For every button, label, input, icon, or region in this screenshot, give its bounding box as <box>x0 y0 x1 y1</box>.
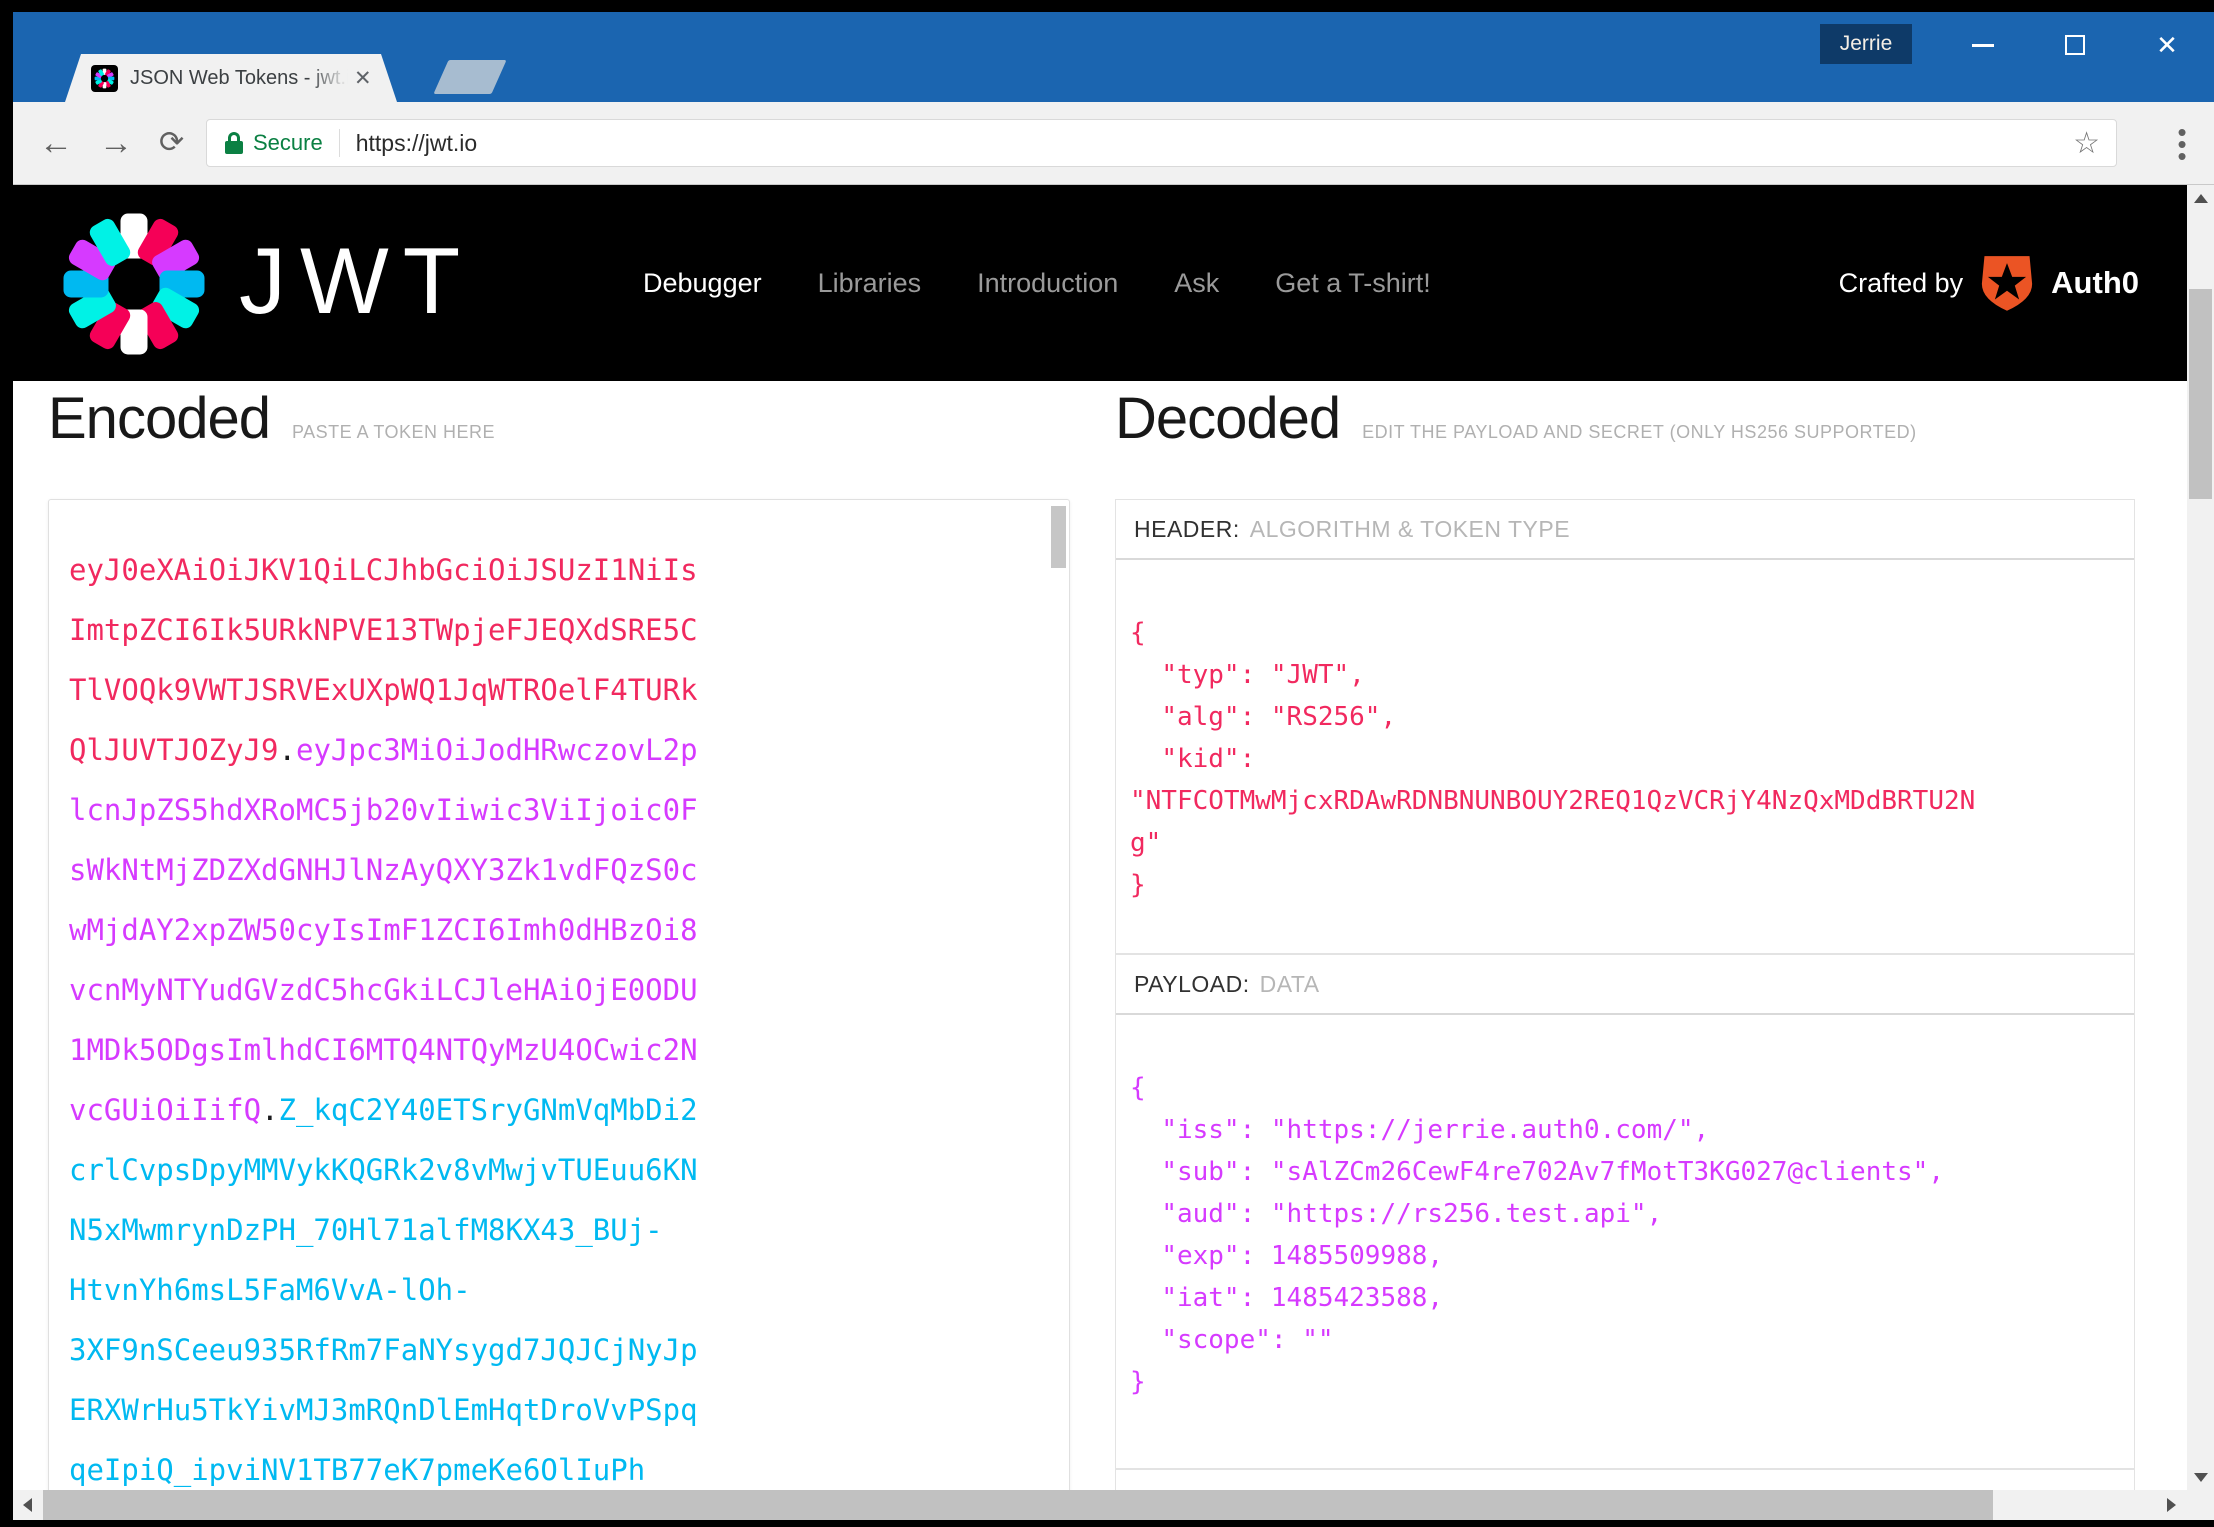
title-bar: JSON Web Tokens - jwt.io ✕ Jerrie ✕ <box>13 12 2214 102</box>
scroll-down-arrow-icon[interactable] <box>2187 1464 2214 1490</box>
horizontal-scrollbar[interactable] <box>13 1490 2214 1520</box>
token-payload-segment[interactable]: eyJpc3MiOiJodHRwczovL2plcnJpZS5hdXRoMC5j… <box>69 733 698 1127</box>
auth0-label: Auth0 <box>2051 265 2139 300</box>
scroll-right-arrow-icon[interactable] <box>2157 1490 2185 1520</box>
encoded-token-panel[interactable]: eyJ0eXAiOiJKV1QiLCJhbGciOiJSUzI1NiIsImtp… <box>48 499 1070 1490</box>
address-bar[interactable]: Secure https://jwt.io ☆ <box>206 119 2117 167</box>
new-tab-button[interactable] <box>433 60 507 94</box>
crafted-by-group[interactable]: Crafted by Auth0 <box>1839 185 2139 381</box>
secure-lock-icon <box>225 132 243 154</box>
reload-icon[interactable]: ⟳ <box>159 122 184 164</box>
nav-link-libraries[interactable]: Libraries <box>818 268 922 299</box>
decoded-title: Decoded <box>1115 386 1341 451</box>
browser-tab[interactable]: JSON Web Tokens - jwt.io ✕ <box>65 54 397 102</box>
close-button[interactable]: ✕ <box>2150 30 2184 60</box>
jwt-token-text[interactable]: eyJ0eXAiOiJKV1QiLCJhbGciOiJSUzI1NiIsImtp… <box>69 540 709 1490</box>
nav-link-tshirt[interactable]: Get a T-shirt! <box>1275 268 1431 299</box>
back-icon[interactable]: ← <box>39 122 73 164</box>
crafted-by-label: Crafted by <box>1838 267 1964 298</box>
nav-link-debugger[interactable]: Debugger <box>643 268 762 299</box>
secure-label: Secure <box>253 130 323 155</box>
jwt-wordmark: JWT <box>239 228 475 333</box>
jwt-logo[interactable]: JWT <box>59 209 474 359</box>
forward-icon[interactable]: → <box>99 122 133 164</box>
header-panel-titlebar: HEADER: ALGORITHM & TOKEN TYPE <box>1116 500 2134 560</box>
header-json-code[interactable]: { "typ": "JWT", "alg": "RS256", "kid": "… <box>1130 612 1990 906</box>
verify-signature-panel: VERIFY SIGNATURE <box>1115 1469 2135 1490</box>
browser-toolbar: ← → ⟳ Secure https://jwt.io ☆ • • • <box>13 102 2214 185</box>
maximize-icon <box>2065 35 2085 55</box>
browser-window: JSON Web Tokens - jwt.io ✕ Jerrie ✕ ← → … <box>13 12 2214 1520</box>
nav-link-ask[interactable]: Ask <box>1174 268 1219 299</box>
tab-close-icon[interactable]: ✕ <box>354 68 372 89</box>
encoded-title: Encoded <box>48 386 271 451</box>
jwt-favicon-icon <box>91 65 118 92</box>
scroll-up-arrow-icon[interactable] <box>2187 185 2214 211</box>
jwt-pinwheel-icon <box>63 213 205 355</box>
nav-link-introduction[interactable]: Introduction <box>977 268 1118 299</box>
vertical-scrollbar-thumb[interactable] <box>2189 289 2212 499</box>
site-nav: JWT Debugger Libraries Introduction Ask … <box>13 185 2187 381</box>
encoded-panel-scrollbar[interactable] <box>1051 504 1066 1490</box>
verify-panel-titlebar: VERIFY SIGNATURE <box>1116 1470 2134 1491</box>
bookmark-star-icon[interactable]: ☆ <box>2073 126 2100 161</box>
page-viewport: JWT Debugger Libraries Introduction Ask … <box>13 185 2214 1490</box>
encoded-subtitle: PASTE A TOKEN HERE <box>291 422 496 442</box>
encoded-scrollbar-thumb[interactable] <box>1051 506 1066 568</box>
decoded-header-panel: HEADER: ALGORITHM & TOKEN TYPE { "typ": … <box>1115 499 2135 954</box>
token-separator-dot: . <box>261 1093 279 1127</box>
scroll-left-arrow-icon[interactable] <box>13 1490 41 1520</box>
menu-dots-icon[interactable]: • • • <box>2172 119 2192 169</box>
minimize-button[interactable] <box>1966 30 2000 60</box>
payload-panel-sublabel: DATA <box>1259 970 1320 997</box>
token-separator-dot: . <box>278 733 296 767</box>
payload-json-code[interactable]: { "iss": "https://jerrie.auth0.com/", "s… <box>1130 1067 1990 1403</box>
nav-links: Debugger Libraries Introduction Ask Get … <box>643 185 1431 381</box>
tab-title: JSON Web Tokens - jwt.io <box>130 66 348 89</box>
decoded-payload-panel: PAYLOAD: DATA { "iss": "https://jerrie.a… <box>1115 954 2135 1469</box>
maximize-button[interactable] <box>2058 30 2092 60</box>
decoded-heading: Decoded EDIT THE PAYLOAD AND SECRET (ONL… <box>1115 385 1917 452</box>
address-divider <box>338 129 340 157</box>
header-panel-sublabel: ALGORITHM & TOKEN TYPE <box>1249 515 1571 542</box>
close-icon: ✕ <box>2156 30 2178 60</box>
encoded-heading: Encoded PASTE A TOKEN HERE <box>48 385 495 452</box>
minimize-icon <box>1972 43 1994 47</box>
payload-panel-titlebar: PAYLOAD: DATA <box>1116 955 2134 1015</box>
profile-button[interactable]: Jerrie <box>1820 24 1912 64</box>
horizontal-scrollbar-thumb[interactable] <box>43 1490 1993 1520</box>
decoded-subtitle: EDIT THE PAYLOAD AND SECRET (ONLY HS256 … <box>1362 422 1917 442</box>
auth0-shield-icon <box>1982 256 2033 311</box>
header-panel-label: HEADER: <box>1134 515 1240 542</box>
token-signature-segment[interactable]: Z_kqC2Y40ETSryGNmVqMbDi2crlCvpsDpyMMVykK… <box>69 1093 698 1487</box>
vertical-scrollbar[interactable] <box>2187 185 2214 1490</box>
payload-panel-label: PAYLOAD: <box>1134 970 1250 997</box>
url-text[interactable]: https://jwt.io <box>356 130 477 157</box>
